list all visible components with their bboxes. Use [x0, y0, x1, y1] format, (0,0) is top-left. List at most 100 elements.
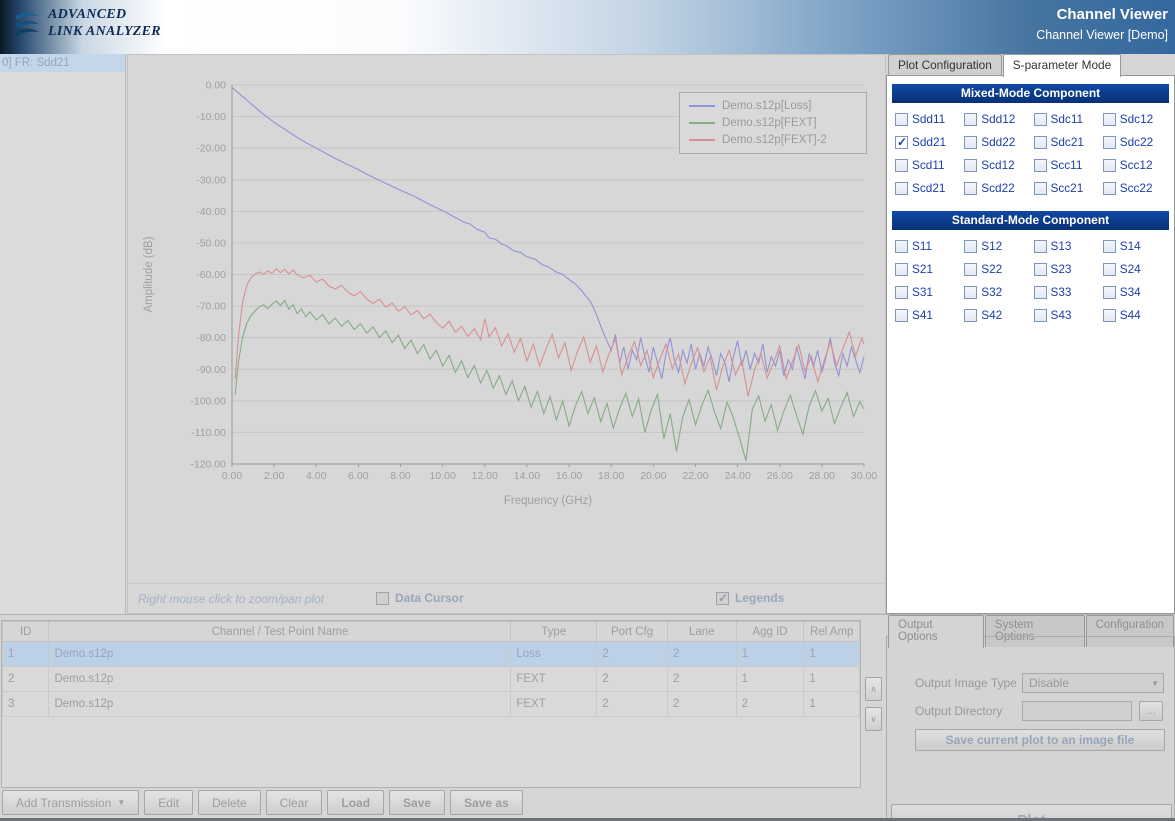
mixed-checkbox-sdc11[interactable]: Sdc11: [1033, 112, 1103, 126]
mixed-checkbox-sdd11[interactable]: Sdd11: [895, 112, 964, 126]
standard-checkbox-s21[interactable]: S21: [895, 262, 964, 276]
mixed-checkbox-scc12[interactable]: Scc12: [1102, 158, 1172, 172]
mixed-checkbox-scd12[interactable]: Scd12: [964, 158, 1033, 172]
standard-checkbox-s24[interactable]: S24: [1102, 262, 1172, 276]
output-image-type-select[interactable]: Disable ▼: [1022, 673, 1164, 693]
standard-checkbox-s11[interactable]: S11: [895, 239, 964, 253]
checkbox-label: S42: [981, 308, 1003, 322]
checkbox-label: S14: [1119, 239, 1141, 253]
checkbox-box-icon: [1102, 135, 1116, 149]
plot-button[interactable]: Plot: [891, 804, 1172, 818]
table-cell: 1: [2, 641, 50, 667]
standard-checkbox-s42[interactable]: S42: [964, 308, 1033, 322]
mixed-checkbox-scc22[interactable]: Scc22: [1102, 181, 1172, 195]
load-button[interactable]: Load: [327, 790, 385, 815]
row-reorder-controls: ∧ ∨: [865, 677, 882, 731]
table-cell: Demo.s12p: [48, 666, 512, 692]
mixed-checkbox-sdc12[interactable]: Sdc12: [1102, 112, 1172, 126]
sparam-tab-plot-configuration[interactable]: Plot Configuration: [888, 54, 1002, 76]
checkbox-label: Sdc11: [1050, 112, 1084, 126]
channel-viewer-window: ADVANCED LINK ANALYZER Channel Viewer Ch…: [0, 0, 1175, 821]
plot-status-bar: Right mouse click to zoom/pan plot Data …: [128, 583, 885, 613]
mixed-checkbox-scc11[interactable]: Scc11: [1033, 158, 1103, 172]
window-subtitle: Channel Viewer [Demo]: [1036, 28, 1168, 42]
checkbox-label: Scd12: [981, 158, 1015, 172]
standard-checkbox-s32[interactable]: S32: [964, 285, 1033, 299]
standard-checkbox-s41[interactable]: S41: [895, 308, 964, 322]
checkbox-label: Sdc21: [1050, 135, 1084, 149]
app-logo: ADVANCED LINK ANALYZER: [12, 7, 161, 41]
mixed-checkbox-sdd12[interactable]: Sdd12: [964, 112, 1033, 126]
legend-label: Demo.s12p[FEXT]: [722, 117, 817, 129]
move-up-button[interactable]: ∧: [865, 677, 882, 701]
table-row[interactable]: 2 Demo.s12p FEXT 2 2 1 1: [2, 666, 860, 692]
table-row[interactable]: 3 Demo.s12p FEXT 2 2 2 1: [2, 691, 860, 717]
legends-checkbox[interactable]: Legends: [716, 591, 784, 605]
checkbox-box-icon: [1102, 158, 1116, 172]
checkbox-box-icon: [964, 262, 978, 276]
table-cell: Demo.s12p: [48, 691, 512, 717]
checkbox-box-icon: [964, 285, 978, 299]
clear-button[interactable]: Clear: [265, 790, 323, 815]
checkbox-label: Scd21: [912, 181, 946, 195]
mixed-checkbox-sdd21[interactable]: Sdd21: [895, 135, 964, 149]
save-button[interactable]: Save: [389, 790, 446, 815]
table-cell: 3: [2, 691, 50, 717]
delete-button[interactable]: Delete: [197, 790, 261, 815]
mixed-checkbox-sdc22[interactable]: Sdc22: [1102, 135, 1172, 149]
standard-checkbox-s34[interactable]: S34: [1102, 285, 1172, 299]
browse-button[interactable]: ...: [1139, 701, 1163, 721]
standard-checkbox-s44[interactable]: S44: [1102, 308, 1172, 322]
checkbox-box-icon: [895, 112, 908, 126]
standard-checkbox-s13[interactable]: S13: [1033, 239, 1103, 253]
table-cell: 2: [666, 691, 737, 717]
logo-line1: ADVANCED: [48, 7, 127, 22]
output-options-panel: Output Options System Options Configuratio…: [886, 614, 1175, 818]
output-directory-input[interactable]: [1022, 701, 1132, 721]
move-down-button[interactable]: ∨: [865, 707, 882, 731]
checkbox-box-icon: [1033, 135, 1047, 149]
data-cursor-checkbox[interactable]: Data Cursor: [376, 591, 464, 605]
legend-entry: Demo.s12p[FEXT]-2: [689, 134, 857, 146]
save-as-button[interactable]: Save as: [450, 790, 523, 815]
standard-checkbox-s12[interactable]: S12: [964, 239, 1033, 253]
legend-label: Demo.s12p[Loss]: [722, 100, 812, 112]
sparam-tab-s-parameter-mode[interactable]: S-parameter Mode: [1002, 54, 1122, 77]
checkbox-box-icon: [716, 591, 729, 605]
checkbox-label: S24: [1119, 262, 1141, 276]
standard-checkbox-s23[interactable]: S23: [1033, 262, 1103, 276]
table-cell: 2: [666, 666, 737, 692]
checkbox-label: Legends: [735, 591, 785, 605]
svg-text:30.00: 30.00: [851, 470, 877, 482]
standard-checkbox-s33[interactable]: S33: [1033, 285, 1103, 299]
mixed-checkbox-scd11[interactable]: Scd11: [895, 158, 964, 172]
svg-text:8.00: 8.00: [390, 470, 411, 482]
svg-text:-70.00: -70.00: [196, 301, 226, 313]
checkbox-label: Sdc22: [1119, 135, 1154, 149]
checkbox-box-icon: [1102, 262, 1116, 276]
mixed-checkbox-scd22[interactable]: Scd22: [964, 181, 1033, 195]
output-tab-output-options[interactable]: Output Options: [888, 615, 984, 648]
svg-text:26.00: 26.00: [767, 470, 793, 482]
standard-checkbox-s14[interactable]: S14: [1102, 239, 1172, 253]
mixed-checkbox-scc21[interactable]: Scc21: [1033, 181, 1103, 195]
mixed-checkbox-scd21[interactable]: Scd21: [895, 181, 964, 195]
save-image-button[interactable]: Save current plot to an image file: [915, 729, 1165, 751]
add-transmission-button[interactable]: Add Transmission ▼: [2, 790, 140, 815]
legend-entry: Demo.s12p[FEXT]: [689, 117, 857, 129]
trace-list-item[interactable]: 0] FR: Sdd21: [0, 54, 125, 72]
output-directory-label: Output Directory: [915, 704, 1003, 718]
checkbox-box-icon: [1033, 262, 1047, 276]
mixed-checkbox-sdc21[interactable]: Sdc21: [1033, 135, 1103, 149]
standard-checkbox-s22[interactable]: S22: [964, 262, 1033, 276]
svg-text:22.00: 22.00: [682, 470, 708, 482]
mixed-checkbox-sdd22[interactable]: Sdd22: [964, 135, 1033, 149]
checkbox-box-icon: [1102, 112, 1116, 126]
standard-checkbox-s43[interactable]: S43: [1033, 308, 1103, 322]
edit-button[interactable]: Edit: [144, 790, 193, 815]
checkbox-box-icon: [964, 158, 978, 172]
table-cell: 1: [803, 641, 860, 667]
standard-mode-header: Standard-Mode Component: [892, 211, 1169, 230]
standard-checkbox-s31[interactable]: S31: [895, 285, 964, 299]
table-row[interactable]: 1 Demo.s12p Loss 2 2 1 1: [2, 641, 860, 667]
